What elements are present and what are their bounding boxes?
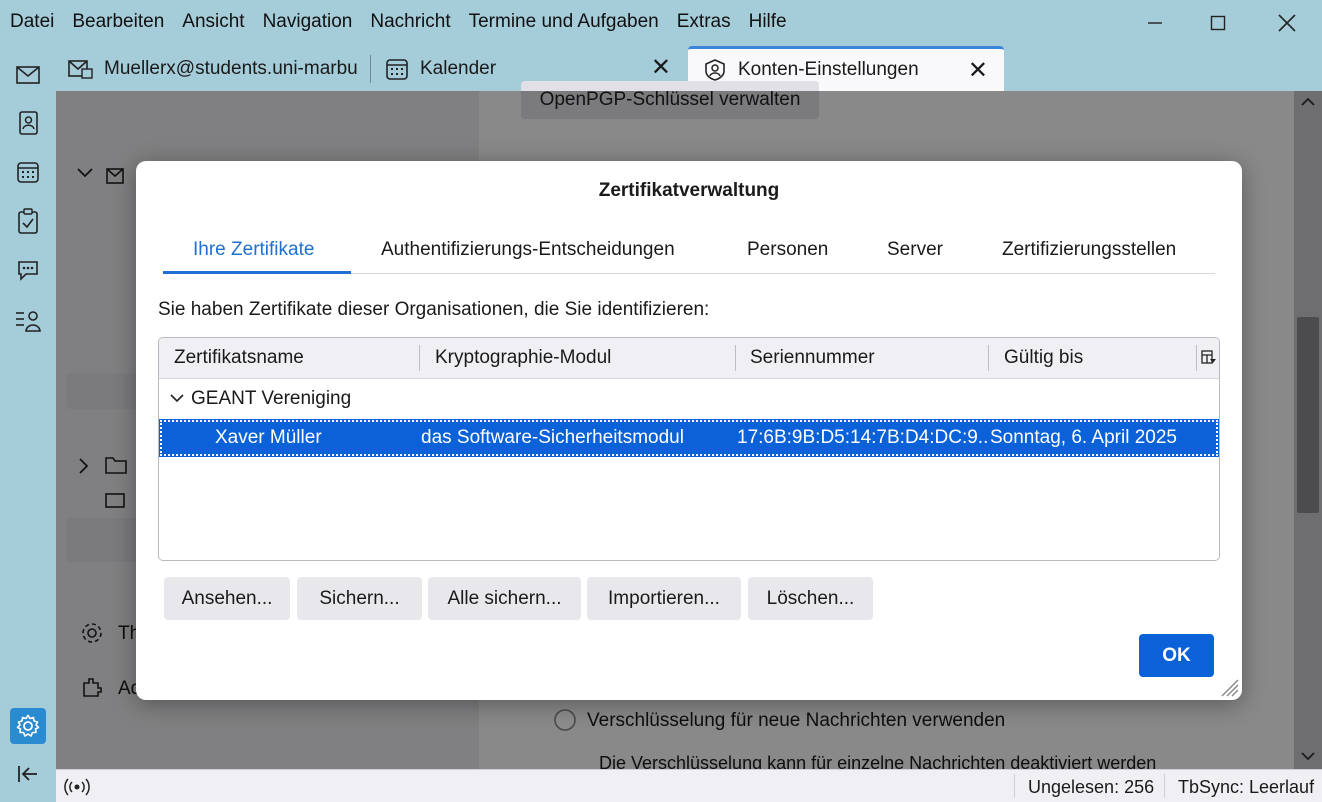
contacts-sidebar-icon[interactable] (13, 305, 43, 335)
status-bar: Ungelesen: 256 TbSync: Leerlauf (56, 769, 1322, 802)
status-separator (1164, 774, 1165, 798)
column-splitter[interactable] (988, 345, 989, 371)
tab-authorities[interactable]: Zertifizierungsstellen (1002, 239, 1176, 261)
tab-label: Kalender (420, 57, 497, 79)
maximize-button[interactable] (1186, 0, 1250, 46)
tree-header: Zertifikatsname Kryptographie-Modul Seri… (159, 338, 1219, 379)
backup-all-button[interactable]: Alle sichern... (428, 577, 581, 620)
spaces-toolbar (0, 46, 56, 802)
tree-group-row[interactable]: GEANT Vereniging (159, 380, 1219, 418)
tab-authentication-decisions[interactable]: Authentifizierungs-Entscheidungen (381, 239, 675, 261)
account-settings-icon (702, 57, 728, 83)
close-tab-icon[interactable]: ✕ (651, 56, 671, 80)
chat-icon[interactable] (13, 255, 43, 285)
tab-label: Konten-Einstellungen (738, 59, 919, 80)
menu-datei[interactable]: Datei (0, 11, 63, 33)
column-crypto-module[interactable]: Kryptographie-Modul (435, 347, 611, 369)
tab-label: Muellerx@students.uni-marburg (104, 57, 358, 79)
calendar-icon (384, 56, 410, 82)
column-certificate-name[interactable]: Zertifikatsname (174, 347, 304, 369)
close-window-button[interactable] (1255, 0, 1319, 46)
menu-nachricht[interactable]: Nachricht (361, 11, 459, 33)
certificate-tree[interactable]: Zertifikatsname Kryptographie-Modul Seri… (158, 337, 1220, 561)
menu-termine[interactable]: Termine und Aufgaben (460, 11, 668, 33)
column-splitter (1196, 345, 1197, 371)
minimize-icon (1148, 22, 1162, 24)
chevron-down-icon[interactable] (169, 393, 185, 405)
unread-count: Ungelesen: 256 (1028, 777, 1155, 797)
tab-servers[interactable]: Server (887, 239, 943, 261)
tab-mail[interactable]: Muellerx@students.uni-marburg (68, 46, 358, 91)
dialog-title: Zertifikatverwaltung (598, 180, 780, 201)
menu-bearbeiten[interactable]: Bearbeiten (63, 11, 173, 33)
column-valid-until[interactable]: Gültig bis (1004, 347, 1083, 369)
menu-ansicht[interactable]: Ansicht (173, 11, 253, 33)
cell-crypto-module: das Software-Sicherheitsmodul (421, 427, 684, 448)
tasks-icon[interactable] (13, 206, 43, 236)
certificate-tabs: Ihre Zertifikate Authentifizierungs-Ents… (163, 231, 1215, 274)
menu-bar: Datei Bearbeiten Ansicht Navigation Nach… (0, 0, 1322, 46)
maximize-icon (1210, 15, 1226, 31)
collapse-sidebar-icon[interactable] (13, 759, 43, 789)
close-icon (1278, 14, 1296, 32)
online-status-icon[interactable] (64, 776, 90, 798)
import-button[interactable]: Importieren... (587, 577, 741, 620)
column-serial-number[interactable]: Seriennummer (750, 347, 875, 369)
certificate-manager-dialog: Zertifikatverwaltung Ihre Zertifikate Au… (136, 161, 1242, 700)
resize-grip-icon[interactable] (1217, 675, 1239, 697)
settings-icon[interactable] (10, 708, 46, 744)
main-menu: Datei Bearbeiten Ansicht Navigation Nach… (0, 11, 796, 33)
minimize-button[interactable] (1123, 0, 1187, 46)
cell-valid-until: Sonntag, 6. April 2025 (990, 427, 1177, 448)
tab-people[interactable]: Personen (747, 239, 828, 261)
mail-space-icon[interactable] (13, 60, 43, 90)
column-splitter[interactable] (735, 345, 736, 371)
cell-serial-number: 17:6B:9B:D5:14:7B:D4:DC:9... (737, 427, 987, 448)
close-tab-icon[interactable]: ✕ (968, 59, 988, 83)
calendar-space-icon[interactable] (13, 157, 43, 187)
backup-button[interactable]: Sichern... (297, 577, 422, 620)
menu-navigation[interactable]: Navigation (254, 11, 362, 33)
ok-button[interactable]: OK (1139, 634, 1214, 677)
tbsync-status[interactable]: TbSync: Leerlauf (1178, 777, 1314, 798)
intro-text: Sie haben Zertifikate dieser Organisatio… (158, 299, 710, 320)
cell-certificate-name: Xaver Müller (215, 427, 322, 448)
delete-button[interactable]: Löschen... (748, 577, 873, 620)
tab-separator (370, 55, 371, 83)
tab-your-certificates[interactable]: Ihre Zertifikate (193, 239, 314, 261)
address-book-icon[interactable] (13, 108, 43, 138)
status-separator (1014, 774, 1015, 798)
column-splitter[interactable] (419, 345, 420, 371)
menu-extras[interactable]: Extras (668, 11, 740, 33)
view-button[interactable]: Ansehen... (164, 577, 290, 620)
group-name: GEANT Vereniging (191, 388, 352, 409)
selected-tab-indicator (163, 271, 351, 274)
column-picker-icon[interactable] (1201, 350, 1217, 366)
menu-hilfe[interactable]: Hilfe (740, 11, 796, 33)
mail-account-icon (68, 56, 94, 82)
certificate-row[interactable]: Xaver Müller das Software-Sicherheitsmod… (159, 419, 1219, 457)
